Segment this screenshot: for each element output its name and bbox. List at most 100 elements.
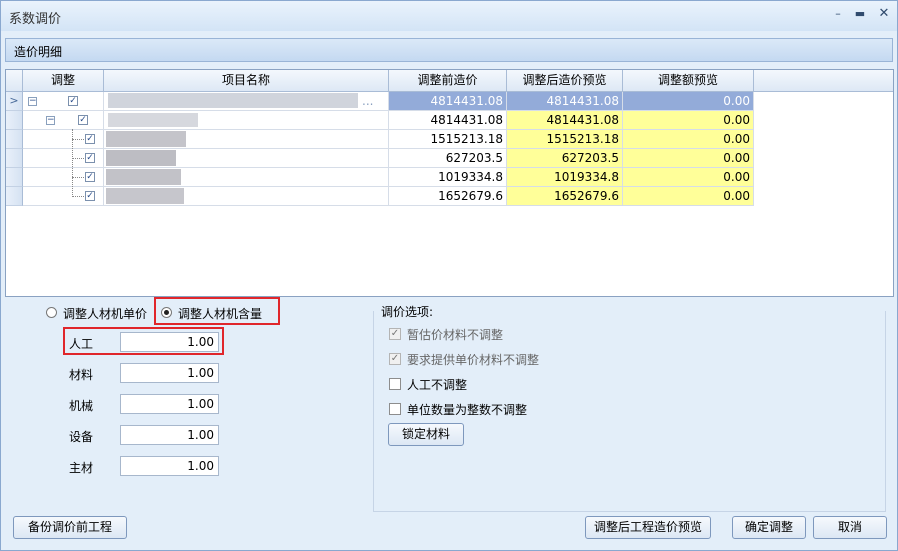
- table-row[interactable]: ✓ 1515213.18 1515213.18 0.00: [6, 130, 754, 149]
- coef-input-material[interactable]: 1.00: [120, 363, 219, 383]
- option-label-labor: 人工不调整: [407, 378, 468, 392]
- adjust-cell: ✓: [23, 168, 104, 187]
- header-item-name[interactable]: 项目名称: [104, 70, 389, 91]
- window-title: 系数调价: [9, 12, 62, 27]
- adjust-cell: − ✓: [23, 92, 104, 111]
- collapse-icon[interactable]: −: [46, 116, 55, 125]
- option-checkbox-integer-qty[interactable]: [389, 403, 401, 415]
- redacted-name: [106, 188, 184, 204]
- options-title: 调价选项:: [381, 305, 434, 319]
- redacted-name: [108, 93, 358, 108]
- highlight-box: [63, 327, 224, 355]
- cost-after-cell: 4814431.08: [507, 111, 623, 130]
- adjust-cell: − ✓: [23, 111, 104, 130]
- backup-button[interactable]: 备份调价前工程: [13, 516, 127, 539]
- item-name-cell: [104, 111, 389, 130]
- coef-label-main-material: 主材: [69, 461, 94, 475]
- item-name-cell: [104, 168, 389, 187]
- lock-material-button[interactable]: 锁定材料: [388, 423, 464, 446]
- diff-cell: 0.00: [623, 168, 754, 187]
- row-checkbox[interactable]: ✓: [78, 115, 88, 125]
- dialog-window: 系数调价 – ▬ ✕ 造价明细 调整 项目名称 调整前造价 调整后造价预览 调整…: [0, 0, 898, 551]
- option-label-estimated: 暂估价材料不调整: [407, 328, 504, 342]
- close-icon[interactable]: ✕: [876, 7, 892, 21]
- redacted-name: [108, 113, 198, 127]
- row-indicator: [6, 187, 23, 206]
- diff-cell: 0.00: [623, 111, 754, 130]
- cost-detail-grid[interactable]: 调整 项目名称 调整前造价 调整后造价预览 调整额预览 > − ✓ ... 48…: [5, 69, 894, 297]
- adjust-cell: ✓: [23, 187, 104, 206]
- section-header-label: 造价明细: [14, 45, 63, 59]
- coef-label-machinery: 机械: [69, 399, 94, 413]
- collapse-icon[interactable]: −: [28, 97, 37, 106]
- diff-cell: 0.00: [623, 187, 754, 206]
- table-row[interactable]: ✓ 627203.5 627203.5 0.00: [6, 149, 754, 168]
- option-label-integer-qty: 单位数量为整数不调整: [407, 403, 528, 417]
- coef-input-machinery[interactable]: 1.00: [120, 394, 219, 414]
- redacted-name: [106, 169, 181, 185]
- option-checkbox-labor[interactable]: [389, 378, 401, 390]
- title-bar: 系数调价 – ▬ ✕: [1, 1, 897, 31]
- confirm-button[interactable]: 确定调整: [732, 516, 806, 539]
- cost-after-cell: 4814431.08: [507, 92, 623, 111]
- coef-label-equipment: 设备: [69, 430, 94, 444]
- cancel-button[interactable]: 取消: [813, 516, 887, 539]
- diff-cell: 0.00: [623, 149, 754, 168]
- adjust-cell: ✓: [23, 149, 104, 168]
- table-row[interactable]: ✓ 1652679.6 1652679.6 0.00: [6, 187, 754, 206]
- tree-line: [72, 139, 84, 140]
- row-checkbox[interactable]: ✓: [85, 153, 95, 163]
- cost-before-cell: 4814431.08: [389, 92, 507, 111]
- preview-button[interactable]: 调整后工程造价预览: [585, 516, 711, 539]
- row-indicator: [6, 111, 23, 130]
- row-indicator: [6, 130, 23, 149]
- coef-input-main-material[interactable]: 1.00: [120, 456, 219, 476]
- row-indicator: [6, 149, 23, 168]
- option-checkbox-estimated[interactable]: ✓: [389, 328, 401, 340]
- header-diff[interactable]: 调整额预览: [623, 70, 754, 91]
- redacted-name: [106, 150, 176, 166]
- minimize-icon[interactable]: –: [830, 7, 846, 21]
- highlight-box: [154, 297, 280, 325]
- diff-cell: 0.00: [623, 92, 754, 111]
- row-checkbox[interactable]: ✓: [68, 96, 78, 106]
- adjust-cell: ✓: [23, 130, 104, 149]
- item-name-cell: [104, 187, 389, 206]
- header-cost-after[interactable]: 调整后造价预览: [507, 70, 623, 91]
- table-row[interactable]: > − ✓ ... 4814431.08 4814431.08 0.00: [6, 92, 754, 111]
- cost-before-cell: 627203.5: [389, 149, 507, 168]
- cost-before-cell: 1652679.6: [389, 187, 507, 206]
- row-checkbox[interactable]: ✓: [85, 172, 95, 182]
- cost-after-cell: 1019334.8: [507, 168, 623, 187]
- table-row[interactable]: − ✓ 4814431.08 4814431.08 0.00: [6, 111, 754, 130]
- redacted-name: [106, 131, 186, 147]
- cost-before-cell: 4814431.08: [389, 111, 507, 130]
- table-row[interactable]: ✓ 1019334.8 1019334.8 0.00: [6, 168, 754, 187]
- item-name-cell: ...: [104, 92, 389, 111]
- row-indicator-icon: >: [6, 92, 23, 111]
- coef-label-material: 材料: [69, 368, 94, 382]
- option-label-unit-price-material: 要求提供单价材料不调整: [407, 353, 540, 367]
- tree-line: [72, 158, 84, 159]
- item-name-cell: [104, 149, 389, 168]
- header-cost-before[interactable]: 调整前造价: [389, 70, 507, 91]
- cost-after-cell: 1515213.18: [507, 130, 623, 149]
- grid-header-corner: [6, 70, 23, 91]
- tree-line: [72, 196, 84, 197]
- coef-input-equipment[interactable]: 1.00: [120, 425, 219, 445]
- radio-unit-price[interactable]: [46, 307, 57, 318]
- radio-unit-price-label[interactable]: 调整人材机单价: [63, 305, 147, 322]
- header-adjust[interactable]: 调整: [23, 70, 104, 91]
- option-checkbox-unit-price-material[interactable]: ✓: [389, 353, 401, 365]
- cost-before-cell: 1019334.8: [389, 168, 507, 187]
- cost-after-cell: 1652679.6: [507, 187, 623, 206]
- cost-after-cell: 627203.5: [507, 149, 623, 168]
- row-checkbox[interactable]: ✓: [85, 134, 95, 144]
- item-name-cell: [104, 130, 389, 149]
- tree-line: [72, 177, 84, 178]
- grid-header: 调整 项目名称 调整前造价 调整后造价预览 调整额预览: [6, 70, 893, 92]
- row-checkbox[interactable]: ✓: [85, 191, 95, 201]
- section-header: 造价明细: [5, 38, 893, 62]
- name-ellipsis: ...: [362, 94, 374, 108]
- maximize-icon[interactable]: ▬: [852, 7, 868, 21]
